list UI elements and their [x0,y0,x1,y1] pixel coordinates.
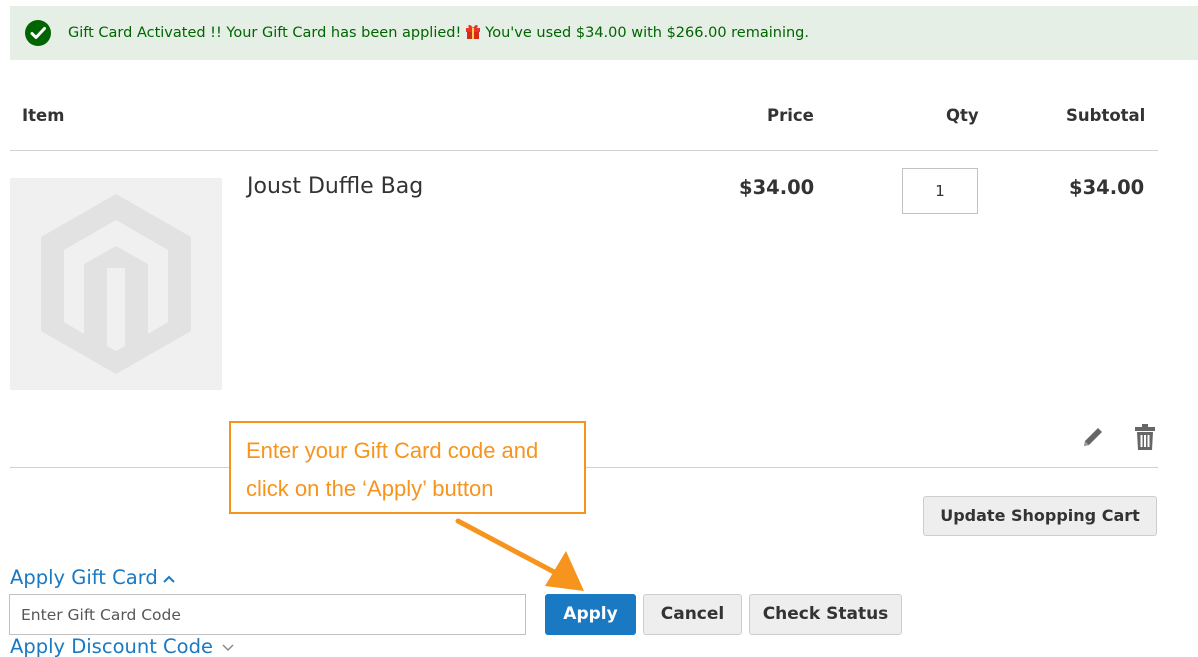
product-price: $34.00 [739,176,815,199]
update-cart-button[interactable]: Update Shopping Cart [923,496,1157,536]
table-divider [10,150,1158,151]
apply-discount-code-toggle[interactable]: Apply Discount Code [10,635,239,657]
column-header-price: Price [767,106,814,125]
chevron-up-icon [163,575,175,583]
chevron-down-icon [222,643,234,651]
callout-line-1: Enter your Gift Card code and [246,438,539,463]
check-circle-icon [25,20,51,46]
apply-gift-card-title: Apply Gift Card [10,566,158,589]
product-thumbnail[interactable] [10,178,222,390]
gift-icon [466,24,481,39]
pencil-icon[interactable] [1081,425,1105,449]
apply-button[interactable]: Apply [545,594,636,635]
instruction-callout: Enter your Gift Card code and click on t… [229,421,586,514]
message-text-end: You've used $34.00 with $266.00 remainin… [485,25,809,41]
success-message-text: Gift Card Activated !! Your Gift Card ha… [68,6,809,60]
cancel-button[interactable]: Cancel [643,594,742,635]
column-header-qty: Qty [946,106,979,125]
success-message: Gift Card Activated !! Your Gift Card ha… [10,6,1198,60]
gift-card-code-input[interactable] [9,594,526,635]
column-header-item: Item [22,106,65,125]
column-header-subtotal: Subtotal [1066,106,1146,125]
product-name[interactable]: Joust Duffle Bag [247,174,423,199]
apply-discount-code-title: Apply Discount Code [10,635,213,657]
trash-icon[interactable] [1134,424,1156,450]
magento-logo-placeholder-icon [41,194,191,374]
callout-line-2: click on the ‘Apply’ button [246,476,494,501]
apply-gift-card-toggle[interactable]: Apply Gift Card [10,566,176,589]
quantity-input[interactable] [902,168,978,214]
message-text-start: Gift Card Activated !! Your Gift Card ha… [68,25,462,41]
check-status-button[interactable]: Check Status [749,594,902,635]
product-subtotal: $34.00 [1069,176,1145,199]
